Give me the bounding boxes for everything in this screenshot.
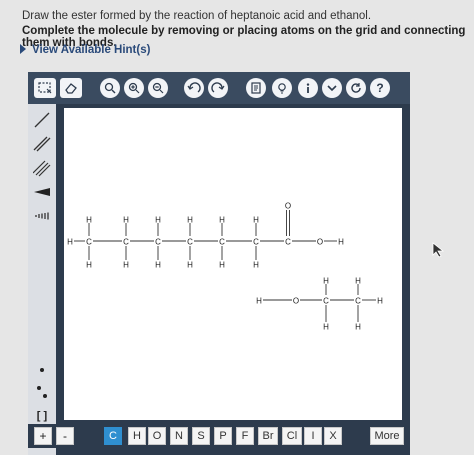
info-icon: [306, 83, 310, 93]
eraser-icon: [65, 83, 77, 94]
zoom-icon: [104, 82, 116, 94]
radical-button[interactable]: [31, 360, 53, 380]
refresh-icon: [351, 83, 361, 93]
atom-h[interactable]: H: [377, 297, 383, 306]
atom-h[interactable]: H: [155, 261, 161, 270]
lasso-icon: [38, 82, 52, 94]
atom-o[interactable]: O: [317, 238, 323, 247]
zoom-in-button[interactable]: [124, 78, 144, 98]
atom-h[interactable]: H: [187, 261, 193, 270]
eraser-button[interactable]: [60, 78, 82, 98]
zoom-fit-button[interactable]: [100, 78, 120, 98]
element-button-h[interactable]: H: [128, 427, 146, 445]
molecule-editor: ? [ ] HCHHCHHCHHCHHCHHCHHCOOHHOCHHCHHH: [28, 72, 410, 455]
atom-toolbar: + - C H O N S P F Br Cl I X More: [28, 424, 410, 448]
wedge-bond-button[interactable]: [31, 182, 53, 202]
caret-right-icon: [20, 44, 26, 54]
hash-bond-icon: [35, 212, 49, 220]
zoom-out-button[interactable]: [148, 78, 168, 98]
atom-c[interactable]: C: [155, 238, 161, 247]
element-button-f[interactable]: F: [236, 427, 254, 445]
double-bond-icon: [33, 136, 51, 152]
drawing-canvas[interactable]: HCHHCHHCHHCHHCHHCHHCOOHHOCHHCHHH: [64, 108, 402, 420]
document-icon: [251, 82, 261, 94]
zoom-out-icon: [152, 82, 164, 94]
hint-lightbulb-button[interactable]: [272, 78, 292, 98]
single-bond-icon: [34, 112, 50, 128]
undo-button[interactable]: [184, 78, 204, 98]
double-bond-button[interactable]: [31, 134, 53, 154]
atom-h[interactable]: H: [323, 323, 329, 332]
chevron-down-icon: [327, 85, 337, 92]
lone-pair-button[interactable]: [31, 382, 53, 402]
positive-charge-button[interactable]: +: [34, 427, 52, 445]
atom-h[interactable]: H: [123, 261, 129, 270]
atom-h[interactable]: H: [67, 238, 73, 247]
element-button-x[interactable]: X: [324, 427, 342, 445]
element-button-n[interactable]: N: [170, 427, 188, 445]
atom-c[interactable]: C: [123, 238, 129, 247]
editor-toolbar: ?: [28, 72, 410, 104]
bond-toolbar: [ ]: [28, 104, 56, 455]
atom-h[interactable]: H: [355, 323, 361, 332]
element-button-c[interactable]: C: [104, 427, 122, 445]
atom-h[interactable]: H: [86, 261, 92, 270]
wedge-bond-icon: [34, 188, 50, 196]
triple-bond-button[interactable]: [31, 158, 53, 178]
more-elements-button[interactable]: More: [370, 427, 404, 445]
atom-c[interactable]: C: [219, 238, 225, 247]
info-button[interactable]: [298, 78, 318, 98]
negative-charge-button[interactable]: -: [56, 427, 74, 445]
atom-c[interactable]: C: [355, 297, 361, 306]
question-line-1: Draw the ester formed by the reaction of…: [22, 10, 372, 22]
triple-bond-icon: [33, 160, 51, 177]
atom-c[interactable]: C: [285, 238, 291, 247]
element-button-i[interactable]: I: [304, 427, 322, 445]
lightbulb-icon: [278, 83, 286, 94]
atom-o[interactable]: O: [285, 202, 291, 211]
select-lasso-button[interactable]: [34, 78, 56, 98]
atom-c[interactable]: C: [86, 238, 92, 247]
redo-icon: [211, 82, 225, 93]
atom-c[interactable]: C: [253, 238, 259, 247]
molecule-structure: H CHHCHHCHHCHHCHHCHHCOO HH O CHHCHHH: [67, 202, 383, 332]
zoom-in-icon: [128, 82, 140, 94]
mouse-cursor-icon: [432, 242, 445, 258]
reset-button[interactable]: [346, 78, 366, 98]
atom-h[interactable]: H: [219, 261, 225, 270]
lone-pair-icon: [37, 386, 47, 398]
element-button-cl[interactable]: Cl: [282, 427, 302, 445]
atom-h[interactable]: H: [338, 238, 344, 247]
radical-icon: [40, 368, 44, 372]
hash-bond-button[interactable]: [31, 206, 53, 226]
element-button-s[interactable]: S: [192, 427, 210, 445]
view-hints-label: View Available Hint(s): [32, 44, 151, 56]
atom-h[interactable]: H: [256, 297, 262, 306]
brackets-button[interactable]: [ ]: [31, 406, 53, 426]
atom-o[interactable]: O: [293, 297, 299, 306]
single-bond-button[interactable]: [31, 110, 53, 130]
view-hints-link[interactable]: View Available Hint(s): [20, 44, 150, 56]
atom-c[interactable]: C: [323, 297, 329, 306]
options-dropdown-button[interactable]: [322, 78, 342, 98]
redo-button[interactable]: [208, 78, 228, 98]
atom-h[interactable]: H: [253, 261, 259, 270]
element-button-p[interactable]: P: [214, 427, 232, 445]
atom-c[interactable]: C: [187, 238, 193, 247]
element-button-br[interactable]: Br: [258, 427, 278, 445]
undo-icon: [187, 82, 201, 93]
element-button-o[interactable]: O: [148, 427, 166, 445]
templates-button[interactable]: [246, 78, 266, 98]
help-button[interactable]: ?: [370, 78, 390, 98]
